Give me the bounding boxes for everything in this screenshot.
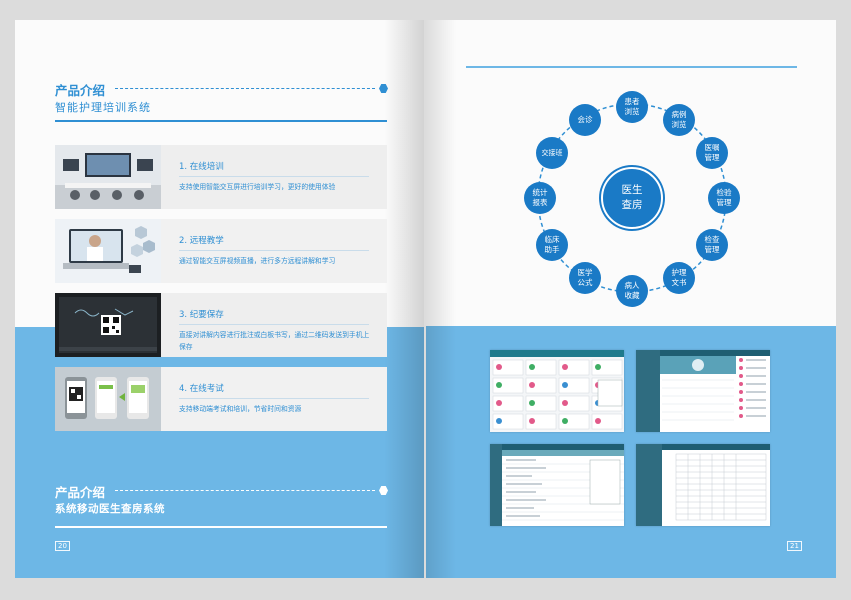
node-label: 统计 报表	[532, 188, 548, 207]
mobile-exam-photo	[55, 367, 161, 431]
center-node-label: 医生 查房	[621, 184, 643, 211]
spine-shadow	[384, 20, 424, 578]
left-page: 产品介绍 智能护理培训系统 1. 在线培训 支持使用智能交互屏进行培训学习，更好…	[15, 20, 424, 578]
node-shift-handover: 交接班	[536, 137, 568, 169]
qr-screen-photo	[55, 293, 161, 357]
node-label: 医嘱 管理	[704, 143, 720, 162]
feature-desc: 直接对讲解内容进行批注或白板书写，通过二维码发送到手机上保存	[179, 331, 370, 351]
node-label: 病例 浏览	[671, 110, 687, 129]
right-blue-band	[426, 326, 836, 578]
node-case-browse: 病例 浏览	[663, 104, 695, 136]
page-number-right: 21	[787, 541, 802, 551]
feature-rule	[179, 324, 369, 325]
section1-subtitle: 智能护理培训系统	[55, 101, 151, 114]
section1-rule	[55, 120, 387, 122]
feature-title: 3. 纪要保存	[179, 310, 224, 320]
screenshot-patient-detail	[636, 350, 770, 432]
page-number-left: 20	[55, 541, 70, 551]
node-order-manage: 医嘱 管理	[696, 137, 728, 169]
feature-desc: 支持移动端考试和培训，节省时间和资源	[179, 405, 302, 413]
node-exam-manage: 检查 管理	[696, 229, 728, 261]
feature-rule	[179, 398, 369, 399]
feature-rule	[179, 250, 369, 251]
node-lab-manage: 检验 管理	[708, 182, 740, 214]
node-label: 检验 管理	[716, 188, 732, 207]
node-consultation: 会诊	[569, 104, 601, 136]
screenshot-nursing-table	[636, 444, 770, 526]
section2-title: 产品介绍	[55, 485, 106, 500]
node-label: 临床 助手	[544, 235, 560, 254]
node-nursing-docs: 护理 文书	[663, 262, 695, 294]
node-med-formula: 医学 公式	[569, 262, 601, 294]
feature-rule	[179, 176, 369, 177]
screenshot-patient-cards	[490, 350, 624, 432]
remote-teaching-photo	[55, 219, 161, 283]
section2-rule	[55, 526, 387, 528]
feature-card-1: 1. 在线培训 支持使用智能交互屏进行培训学习，更好的使用体验	[55, 145, 387, 209]
node-label: 会诊	[577, 115, 593, 124]
center-node: 医生 查房	[601, 167, 663, 229]
right-page: 医生 查房 患者 浏览 病例 浏览 医嘱 管理 检验 管理 检查 管理 护理 文…	[426, 20, 836, 578]
node-label: 病人 收藏	[624, 281, 640, 300]
node-label: 护理 文书	[671, 268, 687, 287]
feature-title: 2. 远程教学	[179, 236, 224, 246]
node-stat-report: 统计 报表	[524, 182, 556, 214]
section2-dash	[115, 490, 375, 491]
feature-title: 1. 在线培训	[179, 162, 224, 172]
left-blue-band	[15, 327, 424, 578]
feature-desc: 通过智能交互屏视频直播，进行多方远程讲解和学习	[179, 257, 336, 265]
section1-title: 产品介绍	[55, 83, 106, 98]
feature-card-4: 4. 在线考试 支持移动端考试和培训，节省时间和资源	[55, 367, 387, 431]
node-patient-fav: 病人 收藏	[616, 275, 648, 307]
feature-card-3: 3. 纪要保存 直接对讲解内容进行批注或白板书写，通过二维码发送到手机上保存	[55, 293, 387, 357]
node-label: 患者 浏览	[624, 97, 640, 116]
node-label: 医学 公式	[577, 268, 593, 287]
feature-desc: 支持使用智能交互屏进行培训学习，更好的使用体验	[179, 183, 336, 191]
node-clinical-assistant: 临床 助手	[536, 229, 568, 261]
node-label: 检查 管理	[704, 235, 720, 254]
node-patient-browse: 患者 浏览	[616, 91, 648, 123]
node-label: 交接班	[541, 149, 563, 157]
section1-dash	[115, 88, 375, 89]
screenshot-order-list	[490, 444, 624, 526]
training-room-photo	[55, 145, 161, 209]
feature-card-2: 2. 远程教学 通过智能交互屏视频直播，进行多方远程讲解和学习	[55, 219, 387, 283]
section2-subtitle: 系统移动医生查房系统	[55, 503, 165, 515]
feature-title: 4. 在线考试	[179, 384, 224, 394]
